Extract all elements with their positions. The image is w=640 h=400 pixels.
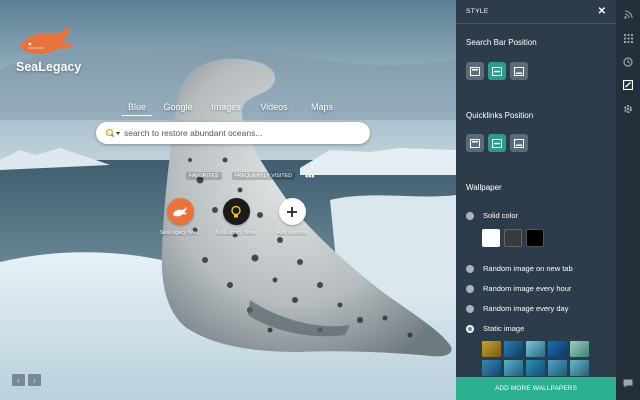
quicklinks: SeaLegacy We... SeaLegacy Store Add shor… — [152, 198, 320, 236]
radio-random-hour[interactable] — [466, 284, 474, 293]
search-bar-position-heading: Search Bar Position — [466, 38, 537, 47]
quicklink-label: Add shortcut — [277, 230, 307, 236]
apps-grid-icon[interactable] — [623, 33, 633, 43]
plus-icon — [278, 198, 306, 225]
add-shortcut-button[interactable]: Add shortcut — [264, 198, 320, 236]
gear-icon[interactable] — [623, 104, 633, 114]
whale-icon — [166, 198, 194, 225]
search-bar-position-options — [466, 62, 528, 80]
quicklinks-tabs: FAVORITES FREQUENTLY VISITED ••• — [186, 172, 315, 181]
wallpaper-thumbnail[interactable] — [482, 341, 501, 357]
wallpaper-thumbnail[interactable] — [570, 360, 589, 376]
wallpaper-thumbnails — [482, 341, 589, 376]
search-engine-tabs: Blue Google Images Videos Maps — [122, 100, 344, 116]
quicklink-sealegacy-store[interactable]: SeaLegacy Store — [208, 198, 264, 236]
tab-google[interactable]: Google — [156, 100, 200, 116]
search-bar — [96, 122, 370, 144]
wallpaper-thumbnail[interactable] — [504, 341, 523, 357]
wallpaper-heading: Wallpaper — [466, 183, 502, 192]
wallpaper-thumbnail[interactable] — [570, 341, 589, 357]
next-wallpaper-button[interactable]: › — [28, 374, 41, 386]
wallpaper-thumbnail[interactable] — [548, 341, 567, 357]
whale-logo-icon — [20, 26, 74, 55]
tab-favorites[interactable]: FAVORITES — [186, 172, 222, 180]
style-icon[interactable] — [623, 80, 633, 90]
quicklink-sealegacy-web[interactable]: SeaLegacy We... — [152, 198, 208, 236]
swatch-white[interactable] — [482, 229, 500, 247]
swatch-dark-gray[interactable] — [504, 229, 522, 247]
wallpaper-thumbnail[interactable] — [548, 360, 567, 376]
swatch-black[interactable] — [526, 229, 544, 247]
layout-bottom-icon — [514, 66, 524, 76]
layout-middle-icon — [492, 66, 502, 76]
option-static-image[interactable]: Static image — [466, 324, 524, 333]
option-label: Static image — [483, 324, 525, 333]
side-icon-rail — [616, 0, 640, 400]
panel-title: STYLE — [466, 8, 489, 15]
layout-middle-icon — [492, 138, 502, 148]
tab-videos[interactable]: Videos — [252, 100, 296, 116]
option-label: Solid color — [483, 211, 519, 220]
brand-name: SeaLegacy — [16, 60, 82, 74]
previous-wallpaper-button[interactable]: ‹ — [12, 374, 25, 386]
option-label: Random image every hour — [483, 284, 572, 293]
tab-images[interactable]: Images — [204, 100, 248, 116]
layout-bottom-icon — [514, 138, 524, 148]
tab-frequently-visited[interactable]: FREQUENTLY VISITED — [231, 172, 296, 180]
quicklinks-middle-button[interactable] — [488, 134, 506, 152]
option-label: Random image on new tab — [483, 264, 573, 273]
lightbulb-icon — [222, 198, 250, 225]
option-label: Random image every day — [483, 304, 569, 313]
radio-solid-color[interactable] — [466, 211, 474, 220]
wallpaper-thumbnail[interactable] — [482, 360, 501, 376]
position-middle-button[interactable] — [488, 62, 506, 80]
radio-random-day[interactable] — [466, 304, 474, 313]
quicklinks-top-button[interactable] — [466, 134, 484, 152]
panel-header: STYLE ✕ — [456, 0, 616, 24]
wallpaper-thumbnail[interactable] — [526, 360, 545, 376]
position-top-button[interactable] — [466, 62, 484, 80]
quicklink-label: SeaLegacy We... — [159, 230, 201, 236]
wallpaper-thumbnail[interactable] — [526, 341, 545, 357]
search-input[interactable] — [124, 122, 370, 144]
tab-maps[interactable]: Maps — [300, 100, 344, 116]
quicklinks-position-options — [466, 134, 528, 152]
add-more-wallpapers-button[interactable]: ADD MORE WALLPAPERS — [456, 377, 616, 400]
search-engine-selector[interactable] — [102, 128, 124, 138]
position-bottom-button[interactable] — [510, 62, 528, 80]
option-random-hour[interactable]: Random image every hour — [466, 284, 571, 293]
chevron-down-icon — [116, 132, 120, 135]
rss-icon[interactable] — [623, 9, 633, 19]
color-swatches — [482, 229, 544, 247]
quicklinks-bottom-button[interactable] — [510, 134, 528, 152]
chat-icon[interactable] — [623, 378, 633, 388]
layout-top-icon — [470, 138, 480, 148]
layout-top-icon — [470, 66, 480, 76]
more-options-icon[interactable]: ••• — [305, 172, 314, 181]
tab-blue[interactable]: Blue — [122, 100, 152, 116]
wallpaper-nav: ‹ › — [12, 374, 41, 386]
clock-icon[interactable] — [623, 57, 633, 67]
close-icon[interactable]: ✕ — [598, 6, 606, 17]
style-settings-panel: STYLE ✕ Search Bar Position Quicklinks P… — [456, 0, 616, 400]
search-icon — [105, 128, 120, 138]
quicklinks-position-heading: Quicklinks Position — [466, 111, 534, 120]
option-solid-color[interactable]: Solid color — [466, 211, 518, 220]
option-random-new-tab[interactable]: Random image on new tab — [466, 264, 573, 273]
radio-static-image[interactable] — [466, 324, 474, 333]
option-random-day[interactable]: Random image every day — [466, 304, 568, 313]
brand-logo[interactable]: SeaLegacy — [16, 22, 86, 74]
radio-random-new-tab[interactable] — [466, 264, 474, 273]
quicklink-label: SeaLegacy Store — [215, 230, 257, 236]
wallpaper-thumbnail[interactable] — [504, 360, 523, 376]
